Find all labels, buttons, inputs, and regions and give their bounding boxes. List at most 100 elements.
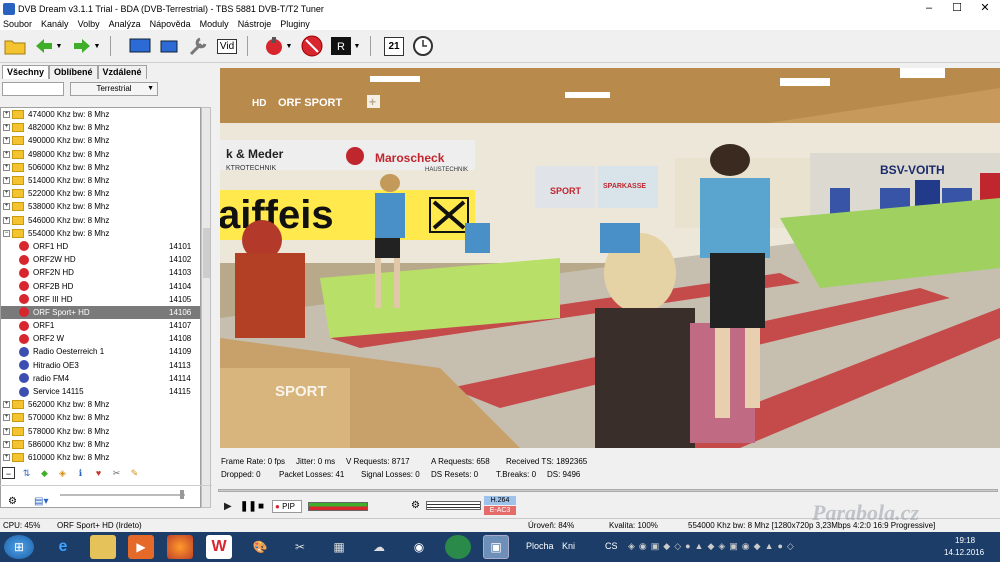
transponder-row[interactable]: +538000 Khz bw: 8 Mhz (1, 200, 200, 213)
tools-icon[interactable]: ✂ (110, 467, 123, 479)
menu-kanaly[interactable]: Kanály (41, 19, 69, 29)
expand-icon[interactable]: + (3, 177, 10, 185)
clock-icon[interactable] (411, 35, 435, 57)
edit-icon[interactable]: ✎ (128, 467, 141, 479)
expand-icon[interactable]: + (3, 440, 10, 448)
transponder-row[interactable]: +514000 Khz bw: 8 Mhz (1, 174, 200, 187)
expand-icon[interactable]: + (3, 414, 10, 422)
transponder-row[interactable]: +506000 Khz bw: 8 Mhz (1, 161, 200, 174)
menu-pluginy[interactable]: Pluginy (280, 19, 310, 29)
channel-row[interactable]: ORF Sport+ HD 14106 (1, 305, 200, 319)
tab-vsechny[interactable]: Všechny (2, 65, 50, 79)
audio-gear-icon[interactable]: ⚙ (411, 500, 420, 511)
forward-dropdown-icon[interactable]: ▼ (92, 35, 102, 57)
satellite-icon[interactable]: ◈ (56, 467, 69, 479)
expand-icon[interactable]: + (3, 150, 10, 158)
transponder-row[interactable]: +546000 Khz bw: 8 Mhz (1, 214, 200, 227)
channel-row[interactable]: ORF1 14107 (1, 319, 200, 332)
expand-icon[interactable]: + (3, 137, 10, 145)
remote-recorder-icon[interactable]: R (329, 35, 353, 57)
minimize-button[interactable]: – (915, 0, 943, 17)
transponder-row[interactable]: +562000 Khz bw: 8 Mhz (1, 398, 200, 411)
video-display[interactable]: k & Meder KTROTECHNIK Maroscheck HAUSTEC… (220, 68, 1000, 448)
expand-icon[interactable]: + (3, 203, 10, 211)
menu-nastroje[interactable]: Nástroje (238, 19, 272, 29)
menu-soubor[interactable]: Soubor (3, 19, 32, 29)
play-icon[interactable]: ▶ (224, 501, 232, 512)
volume-track[interactable] (60, 494, 185, 496)
menu-volby[interactable]: Volby (78, 19, 100, 29)
monitor-icon[interactable] (128, 35, 152, 57)
firefox-icon[interactable] (167, 535, 193, 559)
calculator-icon[interactable]: ▦ (326, 535, 352, 559)
transponder-row[interactable]: +570000 Khz bw: 8 Mhz (1, 411, 200, 424)
globe-icon[interactable] (445, 535, 471, 559)
pip-button[interactable]: ● PIP (272, 500, 302, 513)
maximize-button[interactable]: ☐ (943, 0, 971, 17)
media-player-icon[interactable]: ▶ (128, 535, 154, 559)
seek-bar[interactable] (218, 489, 998, 492)
transponder-row[interactable]: +474000 Khz bw: 8 Mhz (1, 108, 200, 121)
channel-row[interactable]: ORF2N HD 14103 (1, 266, 200, 279)
paint-icon[interactable]: 🎨 (247, 535, 273, 559)
info-icon[interactable]: ℹ (74, 467, 87, 479)
expand-icon[interactable]: + (3, 190, 10, 198)
stop-icon[interactable]: ■ (258, 501, 264, 512)
collapse-icon[interactable]: − (2, 467, 15, 479)
back-dropdown-icon[interactable]: ▼ (54, 35, 64, 57)
channel-row[interactable]: Radio Oesterreich 1 14109 (1, 345, 200, 358)
scrollbar-thumb[interactable] (203, 228, 210, 278)
open-folder-icon[interactable] (3, 35, 27, 57)
channel-row[interactable]: ORF2 W 14108 (1, 332, 200, 345)
satellite-taskbar-icon[interactable]: ◉ (406, 535, 432, 559)
settings-gear-icon[interactable]: ⚙ (8, 496, 17, 507)
channel-row[interactable]: radio FM4 14114 (1, 372, 200, 385)
start-button[interactable]: ⊞ (4, 535, 34, 559)
tray-icons[interactable]: ◈◉▣◆◇●▲◆◈▣◉◆▲●◇ (628, 541, 928, 553)
transponder-row[interactable]: +482000 Khz bw: 8 Mhz (1, 121, 200, 134)
tab-vzdalene[interactable]: Vzdálené (97, 65, 147, 79)
channel-row[interactable]: ORF2B HD 14104 (1, 279, 200, 292)
channel-row[interactable]: Hitradio OE3 14113 (1, 359, 200, 372)
network-type-select[interactable]: Terrestrial ▼ (70, 82, 158, 96)
transponder-row[interactable]: − 554000 Khz bw: 8 Mhz (1, 227, 200, 240)
remote-dropdown-icon[interactable]: ▼ (352, 35, 362, 57)
winamp-icon[interactable]: W (206, 535, 232, 559)
channel-row[interactable]: ORF2W HD 14102 (1, 253, 200, 266)
expand-icon[interactable]: + (3, 453, 10, 461)
sort-icon[interactable]: ⇅ (20, 467, 33, 479)
internet-explorer-icon[interactable]: e (50, 535, 76, 559)
kni-toolbar[interactable]: Kni (562, 541, 575, 551)
expand-icon[interactable]: + (3, 427, 10, 435)
tab-oblibene[interactable]: Oblíbené (49, 65, 98, 79)
expand-icon[interactable]: + (3, 163, 10, 171)
channel-row[interactable]: Service 14115 14115 (1, 385, 200, 398)
record-dropdown-icon[interactable]: ▼ (284, 35, 294, 57)
menu-napoveda[interactable]: Nápověda (150, 19, 191, 29)
pause-icon[interactable]: ❚❚ (240, 501, 257, 512)
file-explorer-icon[interactable] (90, 535, 116, 559)
back-arrow-icon[interactable] (32, 35, 56, 57)
transponder-row[interactable]: +522000 Khz bw: 8 Mhz (1, 187, 200, 200)
close-button[interactable]: ✕ (971, 0, 999, 17)
heart-icon[interactable]: ♥ (92, 467, 105, 479)
view-mode-icon[interactable]: ▤▾ (34, 496, 48, 507)
transponder-row[interactable]: +610000 Khz bw: 8 Mhz (1, 451, 200, 464)
expand-icon[interactable]: + (3, 216, 10, 224)
wrench-icon[interactable] (186, 35, 210, 57)
forward-arrow-icon[interactable] (70, 35, 94, 57)
menu-moduly[interactable]: Moduly (200, 19, 229, 29)
expand-icon[interactable]: + (3, 401, 10, 409)
desktop-label[interactable]: Plocha (526, 541, 554, 551)
calendar-icon[interactable]: 21 (382, 35, 406, 57)
channel-tree-scrollbar[interactable] (201, 107, 211, 508)
vid-button[interactable]: Vid (214, 35, 240, 57)
transponder-row[interactable]: +578000 Khz bw: 8 Mhz (1, 425, 200, 438)
collapse-icon[interactable]: − (3, 229, 10, 237)
channel-search-input[interactable] (2, 82, 64, 96)
scheduler-stop-icon[interactable] (300, 35, 324, 57)
transponder-row[interactable]: +498000 Khz bw: 8 Mhz (1, 148, 200, 161)
expand-icon[interactable]: + (3, 124, 10, 132)
transponder-row[interactable]: +586000 Khz bw: 8 Mhz (1, 438, 200, 451)
expand-icon[interactable]: + (3, 111, 10, 119)
